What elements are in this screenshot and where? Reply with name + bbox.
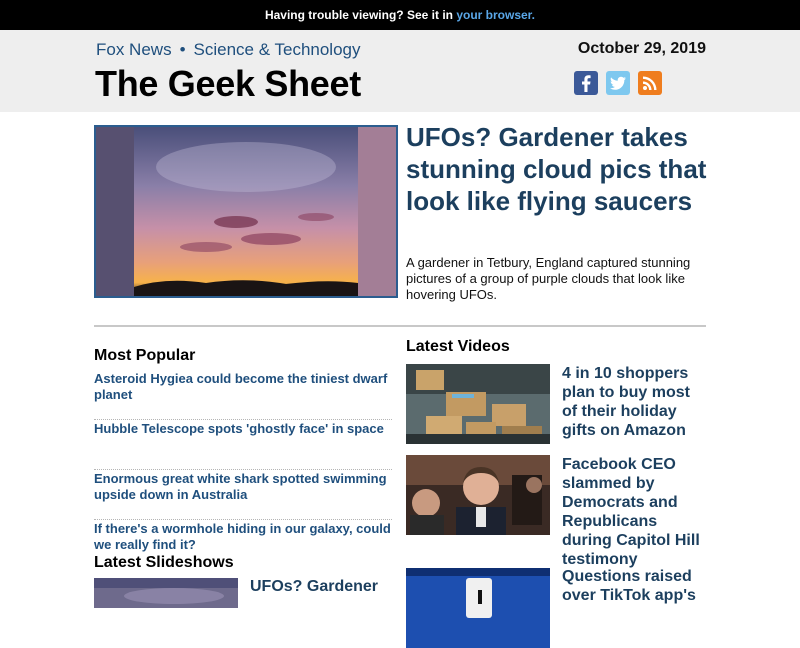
video-title[interactable]: Questions raised over TikTok app's — [562, 567, 707, 605]
social-links — [574, 71, 662, 95]
latest-videos-heading: Latest Videos — [406, 338, 510, 355]
slideshow-thumbnail[interactable] — [94, 578, 238, 608]
hero-description: A gardener in Tetbury, England captured … — [406, 255, 691, 302]
video-thumbnail[interactable] — [406, 364, 550, 444]
hero-headline[interactable]: UFOs? Gardener takes stunning cloud pics… — [406, 121, 711, 217]
view-in-browser-bar: Having trouble viewing? See it in your b… — [0, 0, 800, 30]
list-item: Hubble Telescope spots 'ghostly face' in… — [94, 420, 392, 470]
newsletter-header: Fox News • Science & Technology The Geek S… — [0, 30, 800, 112]
slideshow-title[interactable]: UFOs? Gardener — [250, 578, 378, 596]
latest-slideshows-heading: Latest Slideshows — [94, 554, 234, 571]
fox-news-link[interactable]: Fox News — [96, 40, 172, 59]
section-divider — [94, 325, 706, 327]
list-item: Asteroid Hygiea could become the tiniest… — [94, 370, 392, 420]
newsletter-title: The Geek Sheet — [95, 63, 361, 104]
most-popular-link[interactable]: Hubble Telescope spots 'ghostly face' in… — [94, 421, 384, 436]
video-title[interactable]: Facebook CEO slammed by Democrats and Re… — [562, 455, 707, 569]
breadcrumb-separator: • — [179, 40, 186, 59]
most-popular-link[interactable]: Asteroid Hygiea could become the tiniest… — [94, 371, 387, 402]
video-title[interactable]: 4 in 10 shoppers plan to buy most of the… — [562, 364, 707, 440]
your-browser-link[interactable]: your browser. — [456, 8, 535, 22]
twitter-icon[interactable] — [606, 71, 630, 95]
rss-icon[interactable] — [638, 71, 662, 95]
video-thumbnail[interactable] — [406, 568, 550, 648]
video-thumbnail[interactable] — [406, 455, 550, 535]
hero-image[interactable] — [94, 125, 398, 298]
science-technology-link[interactable]: Science & Technology — [194, 40, 361, 59]
most-popular-list: Asteroid Hygiea could become the tiniest… — [94, 370, 392, 570]
most-popular-link[interactable]: If there's a wormhole hiding in our gala… — [94, 521, 391, 552]
breadcrumb: Fox News • Science & Technology — [96, 40, 361, 60]
view-in-browser-text: Having trouble viewing? See it in — [264, 8, 457, 22]
list-item: Enormous great white shark spotted swimm… — [94, 470, 392, 520]
issue-date: October 29, 2019 — [577, 40, 706, 57]
most-popular-link[interactable]: Enormous great white shark spotted swimm… — [94, 471, 387, 502]
most-popular-heading: Most Popular — [94, 347, 196, 364]
facebook-icon[interactable] — [574, 71, 598, 95]
